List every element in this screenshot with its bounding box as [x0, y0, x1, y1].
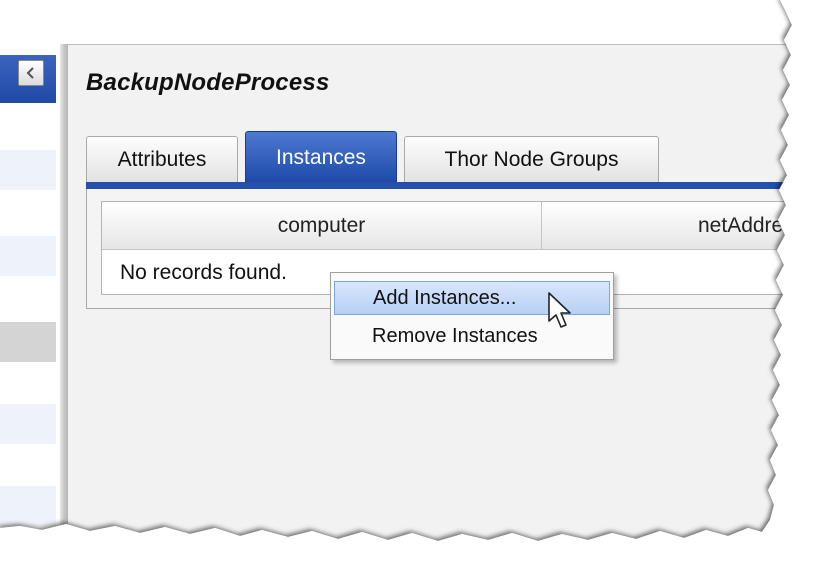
tab-attributes[interactable]: Attributes [86, 136, 238, 183]
left-panel-row-selected[interactable] [0, 322, 56, 362]
menu-item-add-instances[interactable]: Add Instances... [334, 281, 610, 315]
left-panel-row[interactable] [0, 236, 56, 276]
panel-splitter[interactable] [60, 44, 68, 544]
collapse-panel-button[interactable] [18, 60, 44, 86]
left-navigation-panel [0, 40, 56, 540]
left-panel-row[interactable] [0, 486, 56, 526]
tab-instances[interactable]: Instances [245, 131, 397, 183]
empty-grid-message: No records found. [120, 261, 287, 284]
context-menu: Add Instances... Remove Instances [330, 272, 614, 360]
column-header-computer[interactable]: computer [102, 202, 542, 250]
grid-header-row: computer netAddre [102, 202, 814, 250]
left-panel-row[interactable] [0, 404, 56, 444]
tab-thor-node-groups[interactable]: Thor Node Groups [404, 136, 659, 183]
panel-title: BackupNodeProcess [86, 69, 330, 96]
screenshot-stage: BackupNodeProcess Attributes Instances T… [0, 0, 814, 569]
menu-item-remove-instances[interactable]: Remove Instances [334, 319, 610, 353]
column-header-netaddress[interactable]: netAddre [542, 202, 814, 250]
tab-strip-underline [86, 182, 814, 189]
left-panel-row[interactable] [0, 150, 56, 190]
chevron-left-icon [26, 67, 34, 79]
